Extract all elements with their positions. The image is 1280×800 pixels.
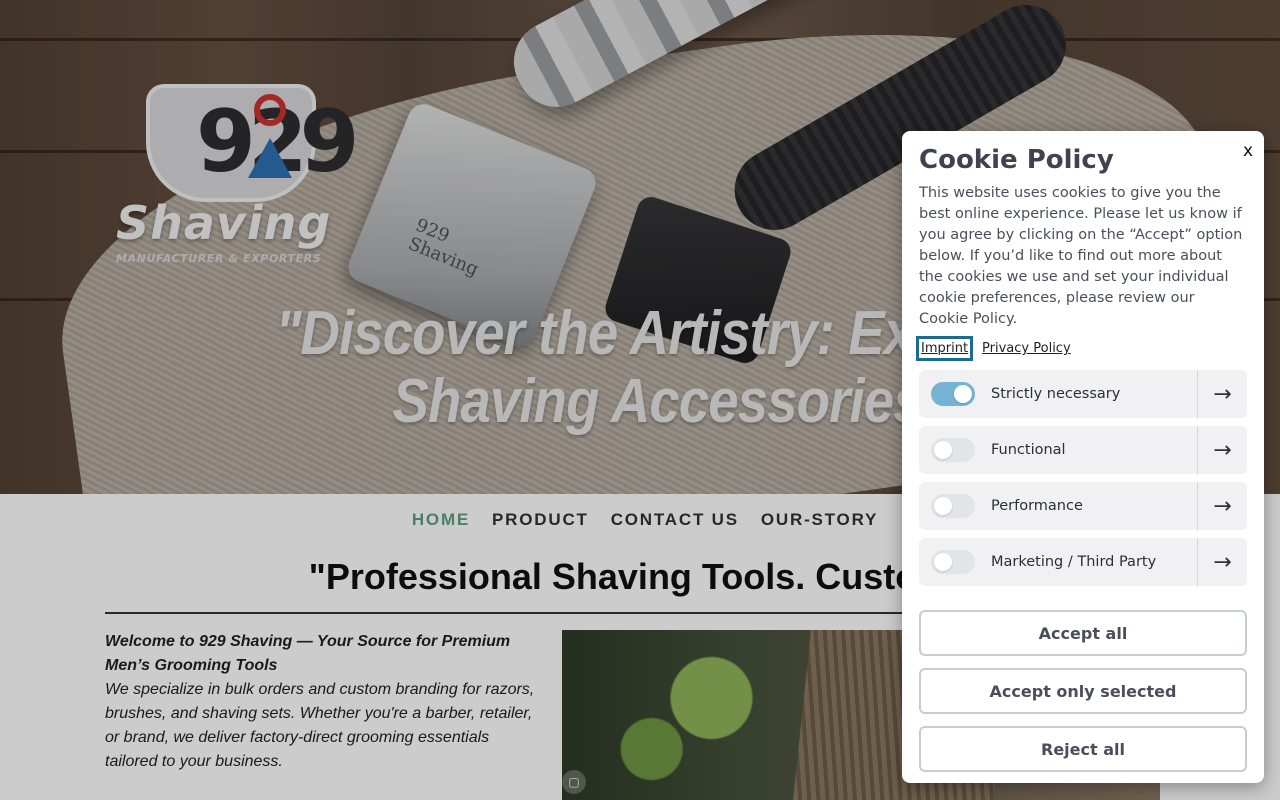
- cookie-links: Imprint Privacy Policy: [915, 336, 1247, 361]
- imprint-link[interactable]: Imprint: [915, 336, 974, 361]
- cookie-categories: Strictly necessary → Functional → Perfor…: [919, 370, 1247, 586]
- toggle-knob: [934, 497, 952, 515]
- marketing-toggle[interactable]: [931, 550, 975, 574]
- toggle-knob: [954, 385, 972, 403]
- category-performance: Performance →: [919, 482, 1247, 530]
- cookie-dialog: x Cookie Policy This website uses cookie…: [902, 131, 1264, 783]
- accept-all-button[interactable]: Accept all: [919, 610, 1247, 656]
- cookie-text: This website uses cookies to give you th…: [919, 185, 1243, 327]
- arrow-right-icon[interactable]: →: [1197, 482, 1247, 530]
- cookie-title: Cookie Policy: [919, 145, 1114, 175]
- category-label: Functional: [991, 442, 1066, 458]
- category-functional: Functional →: [919, 426, 1247, 474]
- category-marketing: Marketing / Third Party →: [919, 538, 1247, 586]
- cookie-buttons: Accept all Accept only selected Reject a…: [919, 610, 1247, 772]
- toggle-knob: [934, 441, 952, 459]
- strictly-necessary-toggle[interactable]: [931, 382, 975, 406]
- category-label: Marketing / Third Party: [991, 554, 1157, 570]
- functional-toggle[interactable]: [931, 438, 975, 462]
- arrow-right-icon[interactable]: →: [1197, 538, 1247, 586]
- close-button[interactable]: x: [1243, 141, 1253, 161]
- category-strictly-necessary: Strictly necessary →: [919, 370, 1247, 418]
- toggle-knob: [934, 553, 952, 571]
- performance-toggle[interactable]: [931, 494, 975, 518]
- arrow-right-icon[interactable]: →: [1197, 426, 1247, 474]
- privacy-policy-link[interactable]: Privacy Policy: [980, 339, 1073, 358]
- category-label: Strictly necessary: [991, 386, 1121, 402]
- arrow-right-icon[interactable]: →: [1197, 370, 1247, 418]
- reject-all-button[interactable]: Reject all: [919, 726, 1247, 772]
- accept-selected-button[interactable]: Accept only selected: [919, 668, 1247, 714]
- category-label: Performance: [991, 498, 1083, 514]
